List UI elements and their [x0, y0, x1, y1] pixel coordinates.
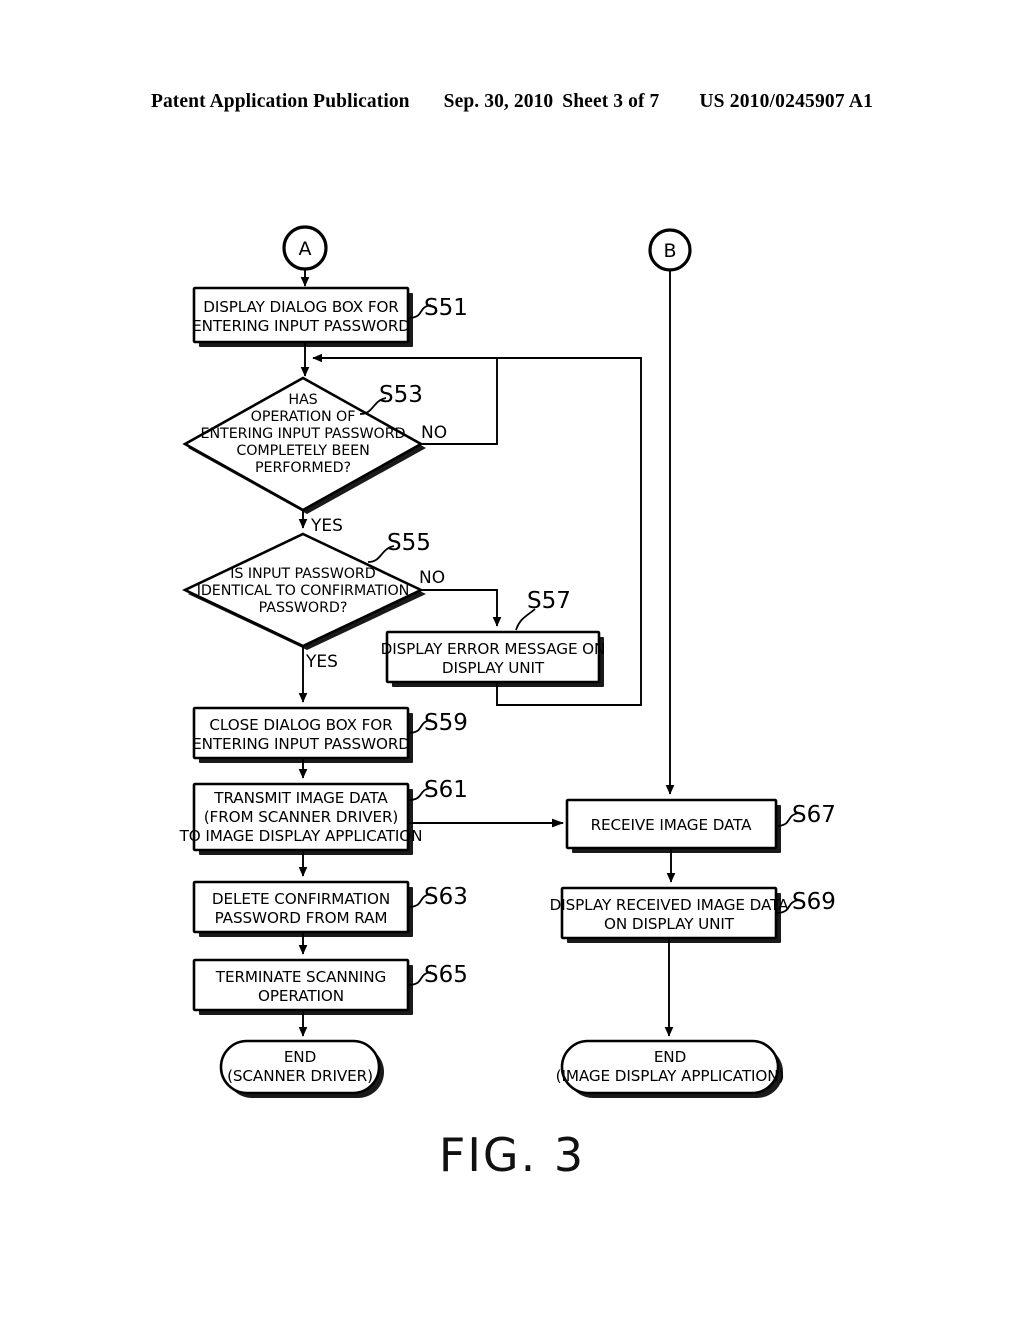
- terminator-end-scanner-driver: END (SCANNER DRIVER): [219, 1039, 384, 1098]
- s55-no-label: NO: [419, 568, 445, 588]
- step-s57: DISPLAY ERROR MESSAGE ON DISPLAY UNIT: [381, 630, 606, 687]
- s61-step-label: S61: [424, 777, 468, 803]
- s57-line-2: DISPLAY UNIT: [442, 659, 545, 677]
- s67-line-1: RECEIVE IMAGE DATA: [591, 816, 753, 834]
- step-s59: CLOSE DIALOG BOX FOR ENTERING INPUT PASS…: [192, 706, 413, 763]
- terminator-end-image-display-application: END (IMAGE DISPLAY APPLICATION): [556, 1039, 785, 1098]
- s69-step-label: S69: [792, 889, 836, 915]
- s55-line-3: PASSWORD?: [259, 600, 348, 616]
- s55-line-2: IDENTICAL TO CONFIRMATION: [197, 583, 409, 599]
- s55-yes-label: YES: [305, 652, 338, 672]
- s57-step-label: S57: [527, 588, 571, 614]
- s51-line-2: ENTERING INPUT PASSWORD: [192, 317, 410, 335]
- connector-b: B: [648, 228, 692, 272]
- step-s63: DELETE CONFIRMATION PASSWORD FROM RAM: [192, 880, 413, 937]
- s53-no-label: NO: [421, 423, 447, 443]
- s53-yes-label: YES: [310, 516, 343, 536]
- s59-step-label: S59: [424, 710, 468, 736]
- s59-line-2: ENTERING INPUT PASSWORD: [192, 735, 410, 753]
- end-app-line-2: (IMAGE DISPLAY APPLICATION): [556, 1067, 785, 1085]
- s51-step-label: S51: [424, 295, 468, 321]
- s63-line-1: DELETE CONFIRMATION: [212, 890, 390, 908]
- s53-line-5: PERFORMED?: [255, 460, 351, 476]
- connector-a: A: [282, 225, 328, 271]
- end-app-line-1: END: [654, 1048, 686, 1066]
- s69-line-2: ON DISPLAY UNIT: [604, 915, 735, 933]
- end-scanner-line-1: END: [284, 1048, 316, 1066]
- connector-b-label: B: [663, 240, 676, 262]
- s53-line-1: HAS: [288, 392, 317, 408]
- s53-line-2: OPERATION OF: [251, 409, 356, 425]
- patent-figure-page: Patent Application Publication Sep. 30, …: [0, 0, 1024, 1320]
- s61-line-2: (FROM SCANNER DRIVER): [204, 808, 399, 826]
- s61-line-1: TRANSMIT IMAGE DATA: [213, 789, 388, 807]
- flowchart-diagram: A DISPLAY DIALOG BOX FOR ENTERING INPUT …: [179, 225, 836, 1098]
- s51-line-1: DISPLAY DIALOG BOX FOR: [203, 298, 399, 316]
- s65-line-1: TERMINATE SCANNING: [215, 968, 386, 986]
- s67-step-label: S67: [792, 802, 836, 828]
- s65-line-2: OPERATION: [258, 987, 344, 1005]
- flow-s55-no: [421, 589, 502, 627]
- s65-step-label: S65: [424, 962, 468, 988]
- figure-caption: FIG. 3: [438, 1128, 586, 1182]
- s61-line-3: TO IMAGE DISPLAY APPLICATION: [179, 827, 423, 845]
- s55-line-1: IS INPUT PASSWORD: [230, 566, 375, 582]
- s55-step-label: S55: [387, 530, 431, 556]
- s63-step-label: S63: [424, 884, 468, 910]
- step-s67: RECEIVE IMAGE DATA: [565, 798, 781, 853]
- step-s65: TERMINATE SCANNING OPERATION: [192, 958, 413, 1015]
- step-s61: TRANSMIT IMAGE DATA (FROM SCANNER DRIVER…: [179, 782, 423, 855]
- connector-a-label: A: [299, 238, 312, 260]
- s59-line-1: CLOSE DIALOG BOX FOR: [209, 716, 393, 734]
- s57-line-1: DISPLAY ERROR MESSAGE ON: [381, 640, 606, 658]
- end-scanner-line-2: (SCANNER DRIVER): [227, 1067, 373, 1085]
- s63-line-2: PASSWORD FROM RAM: [215, 909, 388, 927]
- s53-step-label: S53: [379, 382, 423, 408]
- step-s51: DISPLAY DIALOG BOX FOR ENTERING INPUT PA…: [192, 286, 413, 347]
- s53-line-3: ENTERING INPUT PASSWORD: [201, 426, 406, 442]
- s69-line-1: DISPLAY RECEIVED IMAGE DATA: [550, 896, 789, 914]
- s53-line-4: COMPLETELY BEEN: [236, 443, 369, 459]
- step-s69: DISPLAY RECEIVED IMAGE DATA ON DISPLAY U…: [550, 886, 789, 943]
